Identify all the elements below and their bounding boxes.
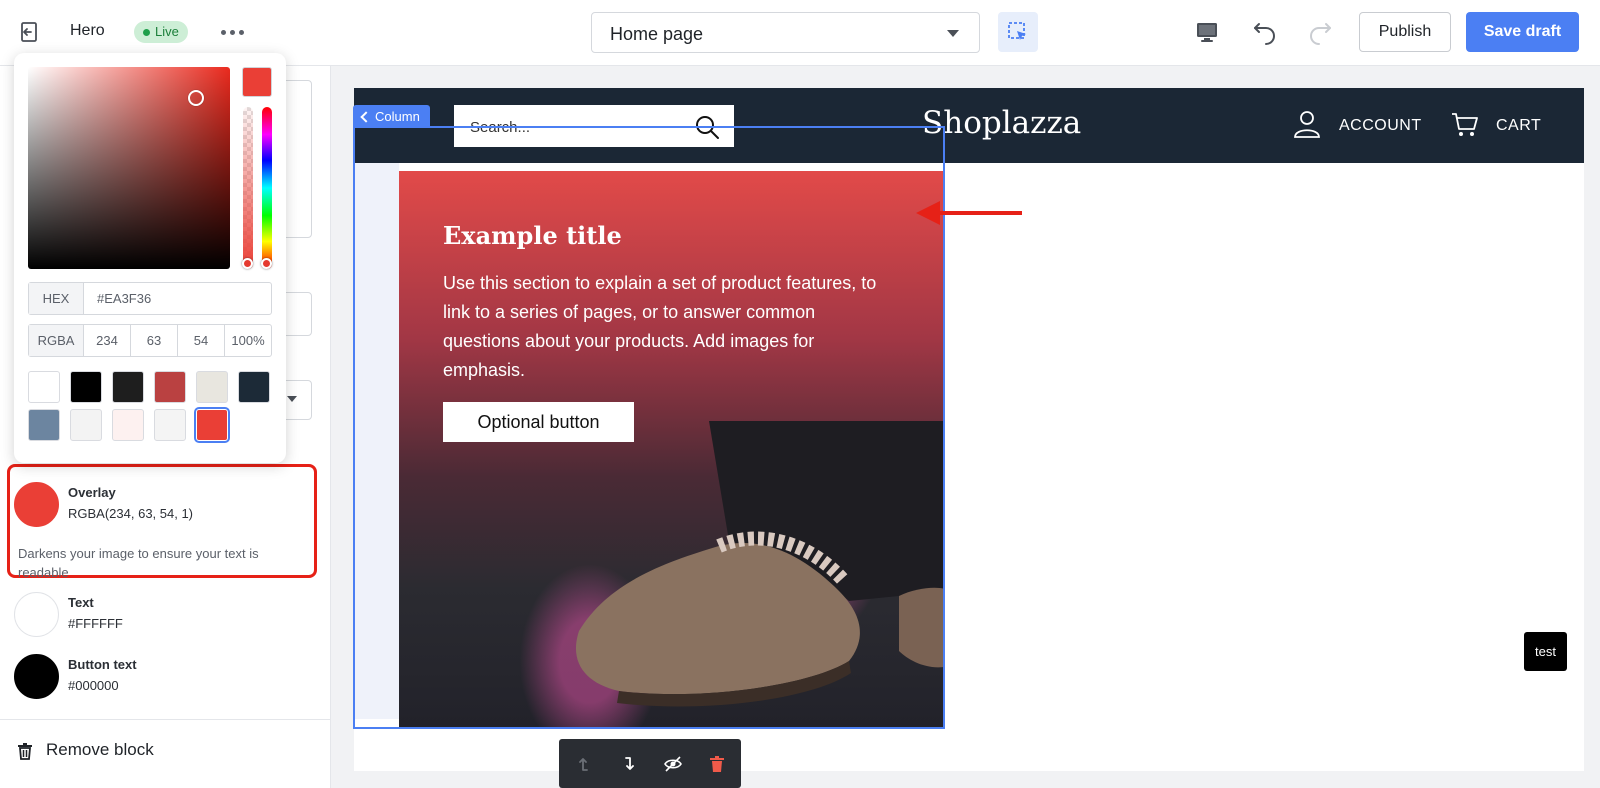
chevron-down-icon (287, 396, 297, 402)
hue-slider-handle[interactable] (261, 258, 272, 269)
preset-swatch[interactable] (238, 371, 270, 403)
cart-link[interactable]: CART (1496, 117, 1541, 135)
rgba-input-row: RGBA 234 63 54 100% (28, 324, 272, 357)
overlay-label: Overlay (68, 485, 116, 500)
hex-input-row: HEX #EA3F36 (28, 282, 272, 315)
button-text-color-value: #000000 (68, 678, 119, 693)
test-badge[interactable]: test (1524, 632, 1567, 671)
preset-swatch[interactable] (28, 371, 60, 403)
overlay-swatch[interactable] (14, 482, 59, 527)
block-toolbar (559, 739, 741, 788)
store-logo[interactable]: Shoplazza (922, 105, 1081, 141)
overlay-value: RGBA(234, 63, 54, 1) (68, 506, 194, 521)
hue-slider[interactable] (261, 107, 272, 269)
store-header: Search... Shoplazza ACCOUNT CART (354, 88, 1584, 163)
live-status-badge: Live (134, 21, 188, 43)
preview-canvas: Search... Shoplazza ACCOUNT CART Example… (353, 88, 1584, 771)
blue-input[interactable]: 54 (178, 325, 225, 356)
overlay-help-text: Darkens your image to ensure your text i… (18, 546, 259, 580)
hero-body: Use this section to explain a set of pro… (443, 273, 877, 380)
hide-icon[interactable] (663, 754, 683, 774)
saturation-value-area[interactable] (28, 67, 230, 269)
alpha-slider[interactable] (242, 107, 253, 269)
undo-icon[interactable] (1252, 19, 1278, 45)
hero-image (575, 421, 944, 707)
preset-swatch[interactable] (28, 409, 60, 441)
save-draft-button[interactable]: Save draft (1466, 12, 1579, 52)
select-element-icon (1008, 22, 1026, 40)
text-color-value: #FFFFFF (68, 616, 123, 631)
alpha-slider-handle[interactable] (242, 258, 253, 269)
preset-swatch[interactable] (196, 409, 228, 441)
section-name: Hero (70, 22, 105, 39)
move-down-icon[interactable] (619, 754, 639, 774)
color-picker-handle[interactable] (188, 90, 204, 106)
cart-icon[interactable] (1450, 110, 1480, 140)
desktop-icon[interactable] (1195, 20, 1219, 44)
search-placeholder: Search... (470, 119, 531, 136)
preset-swatch[interactable] (112, 409, 144, 441)
hex-label: HEX (29, 283, 84, 314)
hex-input[interactable]: #EA3F36 (84, 283, 151, 314)
green-input[interactable]: 63 (131, 325, 178, 356)
color-picker-popover: HEX #EA3F36 RGBA 234 63 54 100% (14, 53, 286, 463)
account-icon[interactable] (1292, 109, 1322, 139)
preset-swatch[interactable] (70, 409, 102, 441)
redo-icon[interactable] (1307, 19, 1333, 45)
text-color-swatch[interactable] (14, 592, 59, 637)
preset-swatch[interactable] (154, 371, 186, 403)
preset-swatches (28, 371, 272, 441)
column-tag[interactable]: Column (353, 105, 430, 128)
exit-icon[interactable] (18, 20, 42, 44)
publish-button[interactable]: Publish (1359, 12, 1451, 52)
preset-swatch[interactable] (154, 409, 186, 441)
remove-block-label: Remove block (46, 740, 154, 759)
hero-optional-button[interactable]: Optional button (443, 402, 634, 442)
hero-title: Example title (443, 221, 622, 250)
more-horizontal-icon[interactable] (221, 30, 247, 38)
current-color-swatch (242, 67, 272, 97)
account-link[interactable]: ACCOUNT (1339, 117, 1422, 135)
red-input[interactable]: 234 (84, 325, 131, 356)
preset-swatch[interactable] (112, 371, 144, 403)
page-select[interactable]: Home page (591, 12, 980, 53)
page-select-value: Home page (610, 24, 704, 44)
hero-block[interactable]: Example title Use this section to explai… (399, 171, 944, 728)
move-up-icon[interactable] (574, 754, 594, 774)
preset-swatch[interactable] (70, 371, 102, 403)
chevron-down-icon (947, 30, 959, 37)
alpha-input[interactable]: 100% (225, 325, 271, 356)
remove-block-button[interactable]: Remove block (0, 719, 331, 788)
select-element-button[interactable] (998, 12, 1038, 52)
button-text-color-swatch[interactable] (14, 654, 59, 699)
preset-swatch[interactable] (196, 371, 228, 403)
delete-icon[interactable] (707, 754, 727, 774)
rgba-label: RGBA (29, 325, 84, 356)
trash-icon (18, 743, 32, 760)
store-search[interactable]: Search... (454, 105, 734, 147)
button-text-color-label: Button text (68, 657, 137, 672)
text-color-label: Text (68, 595, 94, 610)
search-icon[interactable] (694, 114, 720, 140)
annotation-arrow-icon (916, 201, 1022, 225)
column-padding (354, 163, 399, 719)
